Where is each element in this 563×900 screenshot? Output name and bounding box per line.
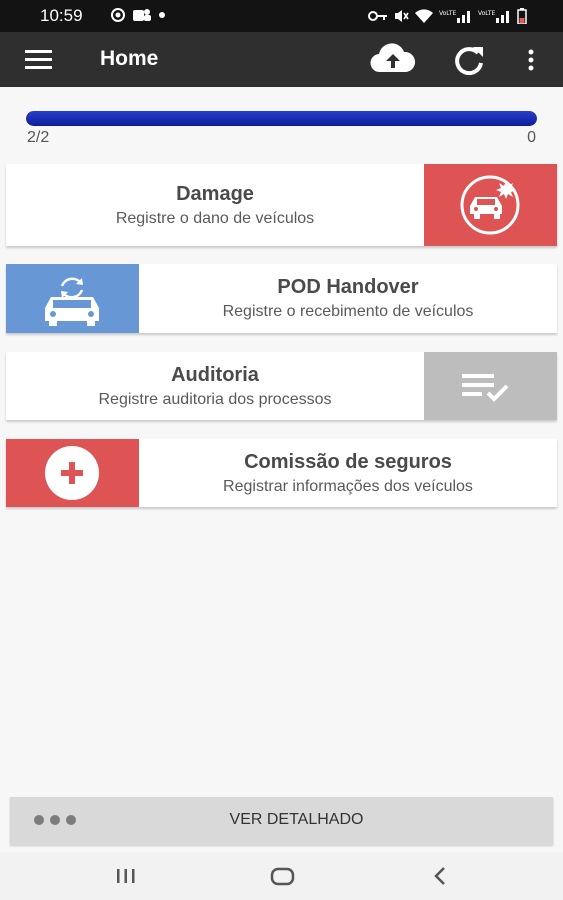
dot-icon	[159, 12, 165, 18]
svg-text:VoLTE: VoLTE	[439, 10, 456, 17]
card-title: Auditoria	[171, 363, 259, 386]
card-title: Comissão de seguros	[244, 450, 452, 473]
key-icon	[368, 11, 387, 21]
car-crash-icon	[424, 164, 557, 246]
progress-bar-fill	[26, 111, 537, 126]
car-handover-icon	[6, 264, 139, 333]
status-time: 10:59	[40, 6, 83, 25]
wifi-icon	[415, 9, 433, 23]
cloud-upload-icon[interactable]	[368, 42, 418, 76]
system-nav-bar	[0, 852, 563, 900]
add-circle-icon	[6, 439, 139, 507]
card-auditoria[interactable]: Auditoria Registre auditoria dos process…	[6, 352, 557, 420]
card-title: POD Handover	[277, 276, 419, 298]
status-bar: 10:59 VoLTE VoLTE	[0, 0, 563, 32]
home-icon[interactable]	[262, 862, 302, 890]
progress-remaining: 0	[527, 129, 536, 146]
card-pod-handover[interactable]: POD Handover Registre o recebimento de v…	[6, 264, 557, 333]
recents-icon[interactable]	[106, 862, 146, 890]
ver-detalhado-button[interactable]: VER DETALHADO	[10, 797, 553, 845]
card-subtitle: Registre o recebimento de veículos	[222, 303, 474, 320]
checklist-icon	[424, 352, 557, 420]
mute-icon	[395, 10, 409, 22]
app-bar: Home	[0, 32, 563, 87]
signal-icon: VoLTE	[478, 10, 509, 23]
page-title: Home	[100, 47, 159, 70]
signal-icon: VoLTE	[439, 10, 470, 23]
refresh-icon[interactable]	[451, 44, 487, 76]
card-damage[interactable]: Damage Registre o dano de veículos	[6, 164, 557, 246]
card-comissao-de-seguros[interactable]: Comissão de seguros Registrar informaçõe…	[6, 439, 557, 507]
card-subtitle: Registre o dano de veículos	[115, 209, 315, 227]
svg-text:VoLTE: VoLTE	[478, 10, 495, 17]
ver-detalhado-label: VER DETALHADO	[229, 811, 364, 828]
teams-icon	[133, 9, 151, 21]
back-icon[interactable]	[420, 862, 460, 890]
menu-icon[interactable]	[25, 50, 52, 70]
battery-icon	[517, 8, 527, 24]
more-vert-icon[interactable]	[522, 46, 540, 74]
at-sign-icon	[111, 8, 125, 22]
card-subtitle: Registrar informações dos veículos	[223, 477, 473, 495]
progress-bar	[26, 111, 537, 126]
progress-count: 2/2	[27, 129, 50, 146]
card-title: Damage	[176, 182, 254, 205]
card-subtitle: Registre auditoria dos processos	[98, 390, 332, 408]
